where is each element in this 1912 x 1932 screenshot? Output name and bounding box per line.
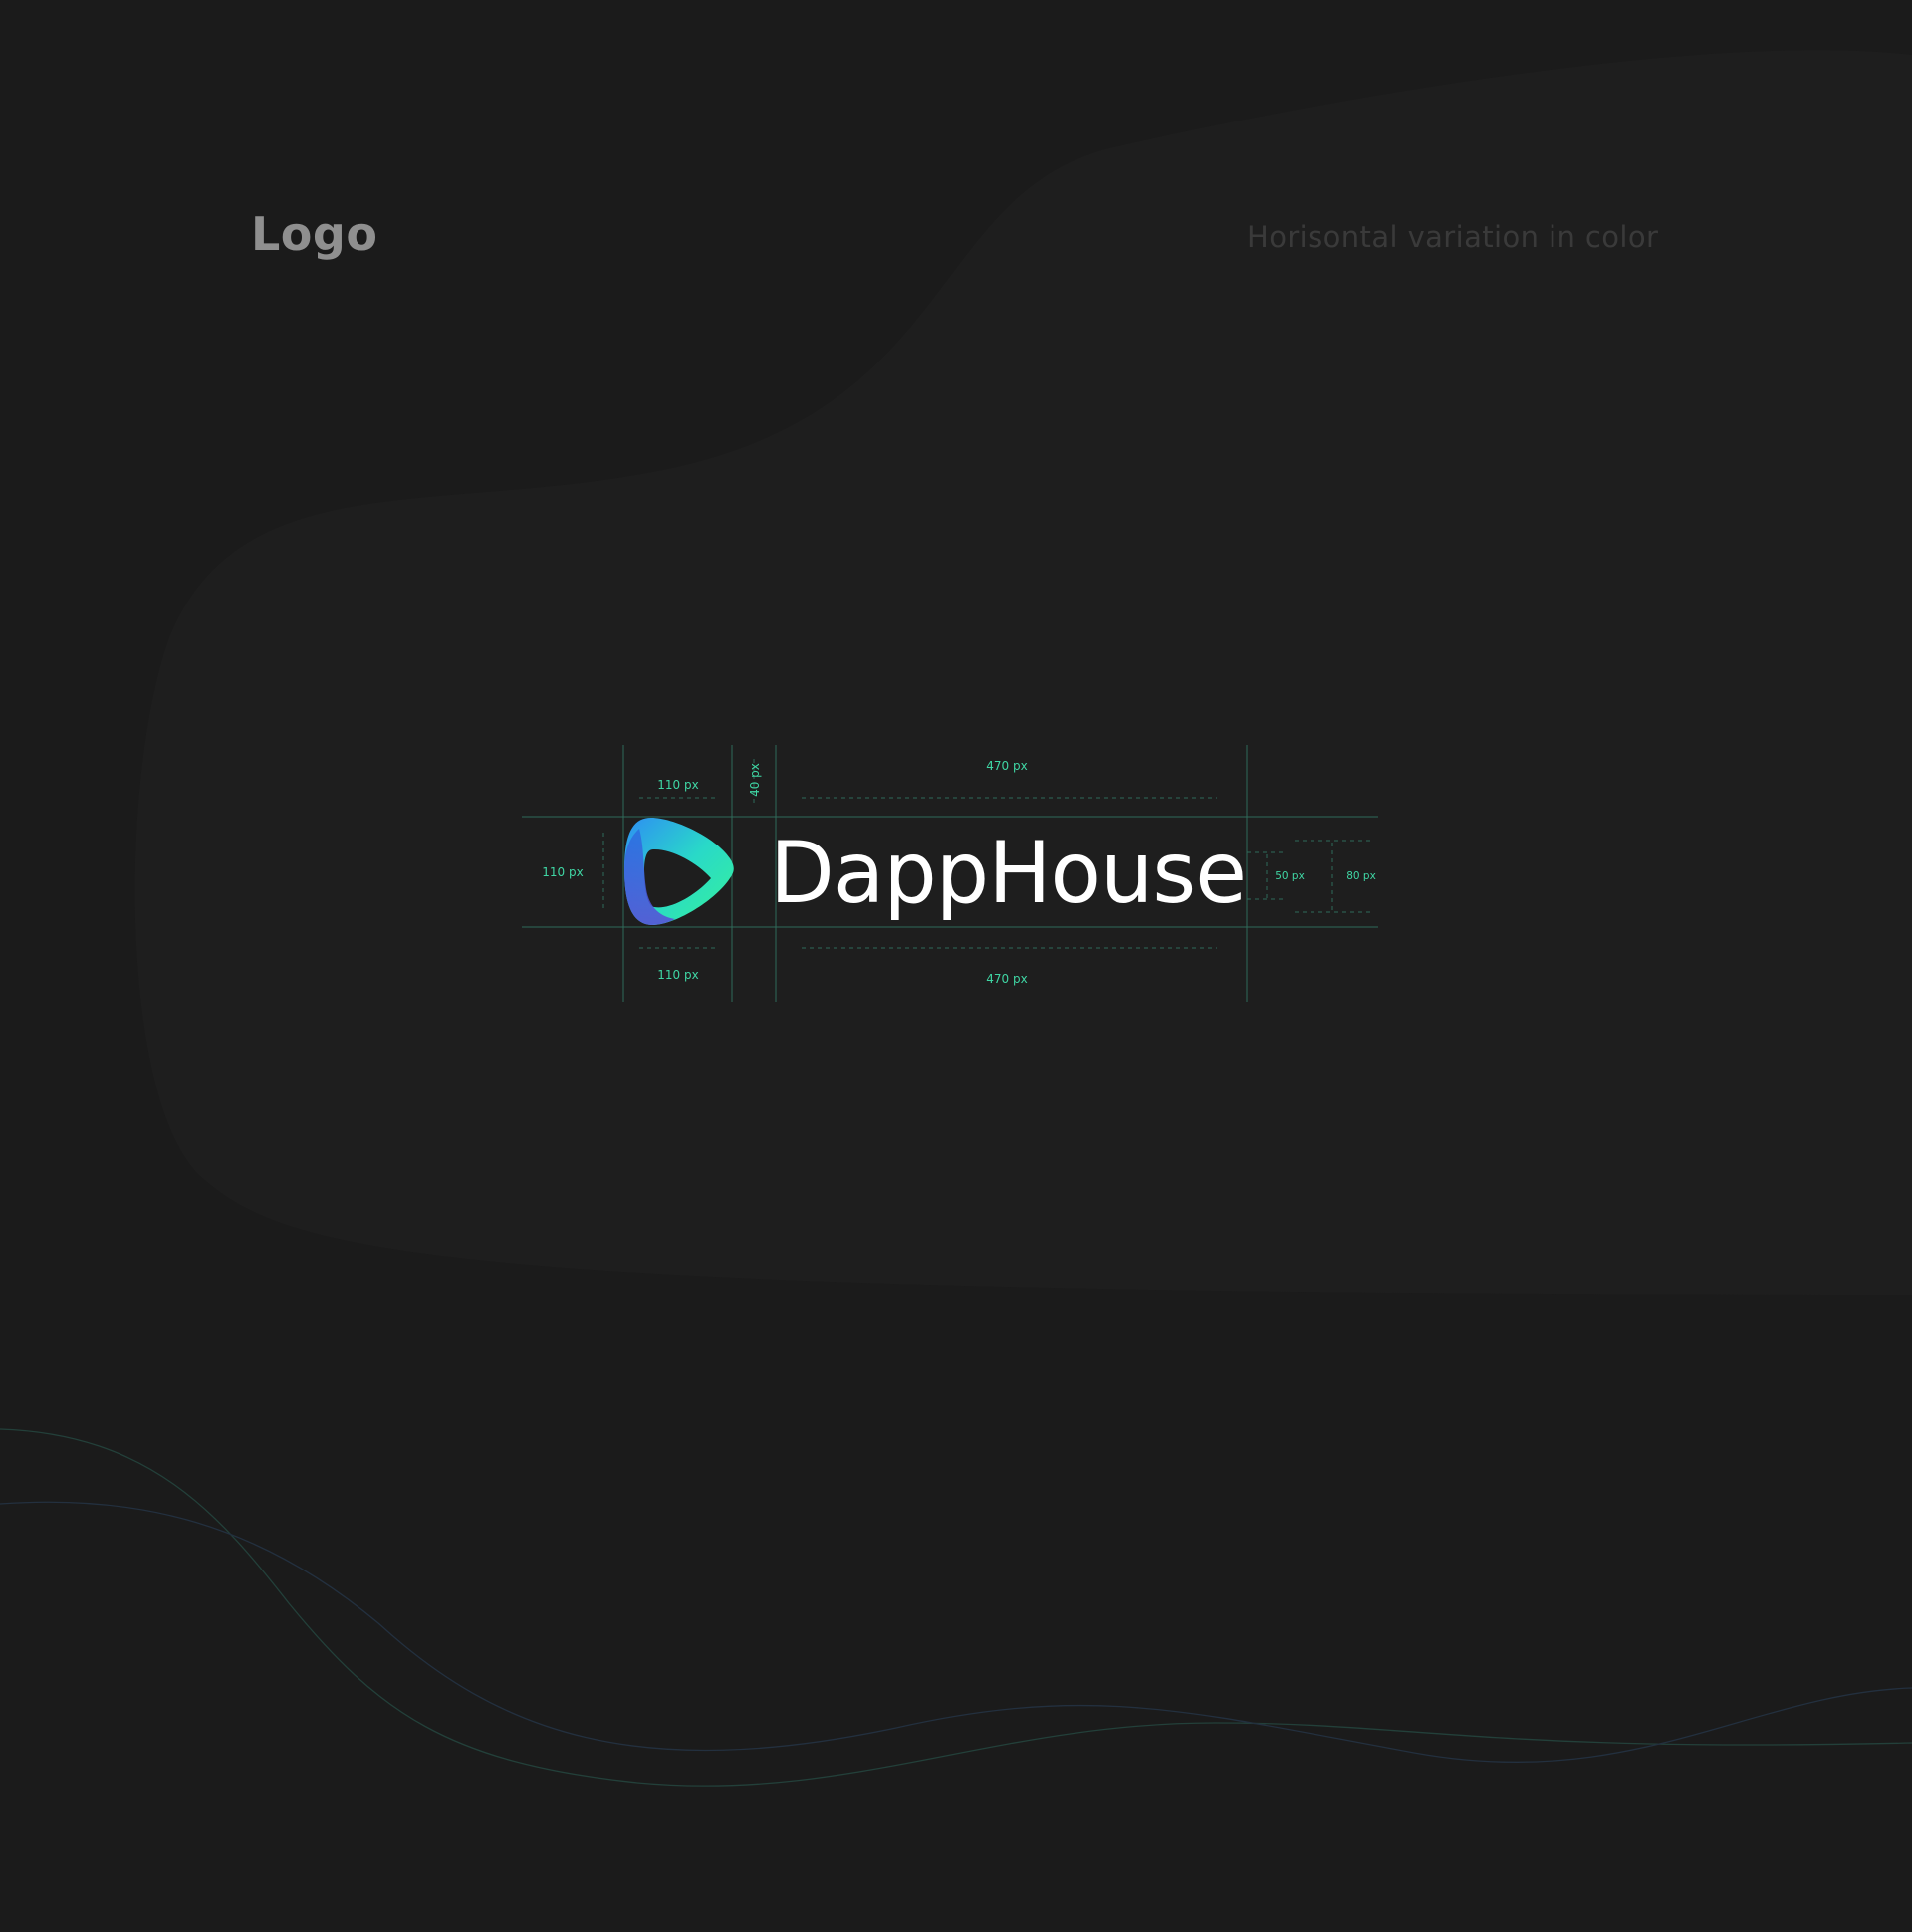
presentation-slide: Logo Horisontal variation in color 110 p… (0, 0, 1912, 1932)
label-wordmark-width-bottom: 470 px (986, 972, 1027, 986)
label-cap-height: 80 px (1346, 870, 1376, 882)
label-icon-width-bottom: 110 px (657, 968, 698, 982)
label-wordmark-width-top: 470 px (986, 759, 1027, 773)
logo-wordmark: DappHouse (770, 824, 1246, 923)
play-triangle-icon (624, 818, 734, 926)
label-icon-height: 110 px (542, 865, 583, 879)
label-x-height: 50 px (1275, 870, 1305, 882)
label-icon-width-top: 110 px (657, 778, 698, 792)
logo-spacing-spec: 110 px 110 px 110 px 40 px 470 px 470 px… (522, 745, 1378, 1002)
label-gap: 40 px (748, 763, 762, 797)
